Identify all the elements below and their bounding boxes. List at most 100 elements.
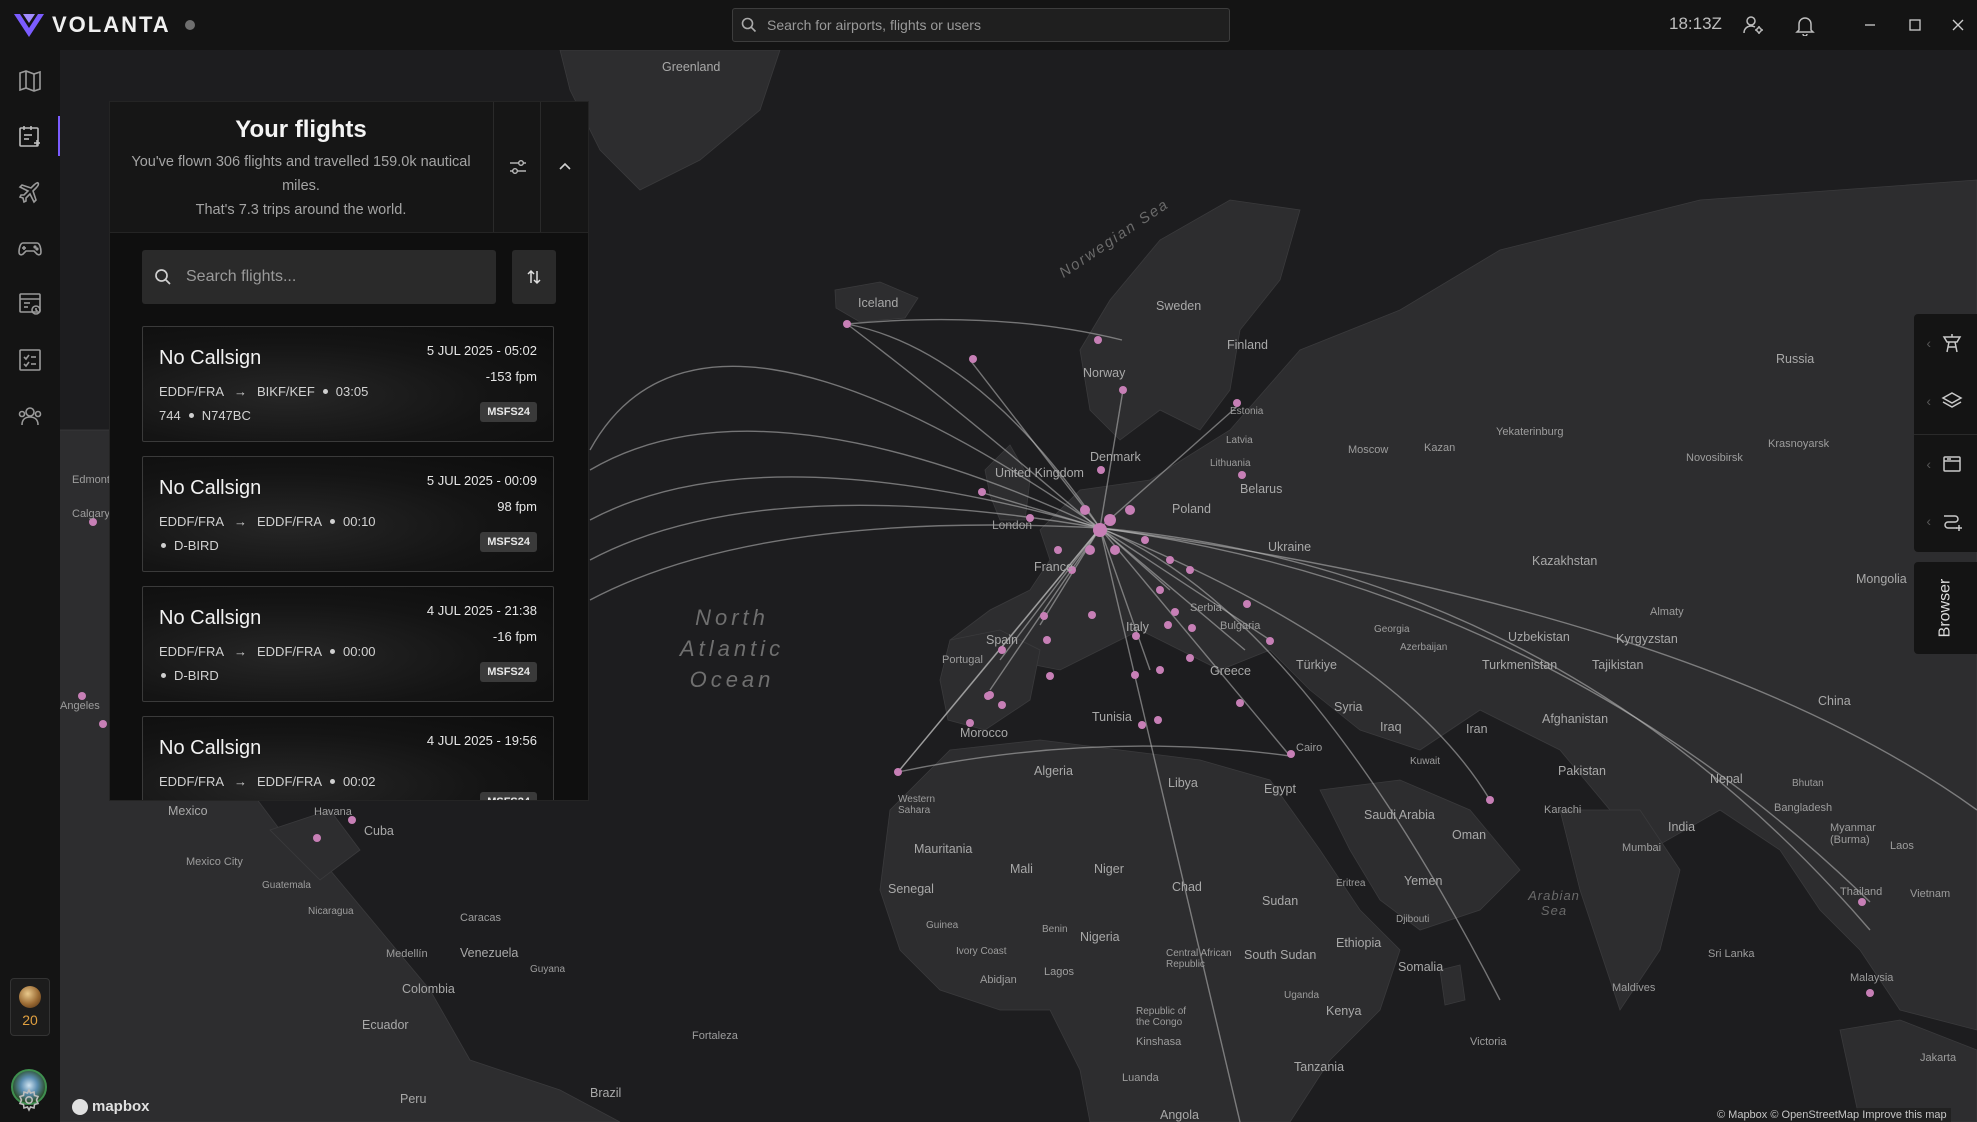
arrival-airport: BIKF/KEF	[257, 384, 315, 399]
maximize-button[interactable]	[1900, 10, 1930, 40]
arrival-airport: EDDF/FRA	[257, 644, 322, 659]
arrow-right-icon: →	[234, 514, 247, 529]
notifications-button[interactable]	[1792, 12, 1818, 38]
map-label-india: India	[1668, 820, 1696, 834]
flight-search-input[interactable]	[184, 267, 488, 287]
flight-callsign: No Callsign	[159, 737, 262, 759]
map-tool-layers[interactable]: ‹	[1914, 372, 1977, 430]
nav-checklist[interactable]	[0, 332, 60, 388]
map-label-eritrea: Eritrea	[1336, 878, 1366, 889]
arrow-right-icon: →	[234, 774, 247, 789]
map-label-sweden: Sweden	[1156, 299, 1202, 313]
aircraft-registration: D-BIRD	[174, 668, 219, 683]
flight-date: 5 JUL 2025 - 05:02	[426, 343, 537, 358]
browser-tab-label: Browser	[1936, 578, 1954, 638]
map-label-uk: United Kingdom	[995, 466, 1084, 480]
search-icon	[741, 17, 757, 33]
map-label-london: London	[992, 518, 1033, 532]
map-label-uzbekistan: Uzbekistan	[1508, 630, 1570, 644]
nav-community[interactable]	[0, 388, 60, 444]
flight-date: 5 JUL 2025 - 00:09	[426, 473, 537, 488]
friends-button[interactable]	[1740, 12, 1766, 38]
map-label-kinshasa: Kinshasa	[1136, 1036, 1182, 1048]
flight-aircraft: D-BIRD	[159, 668, 219, 683]
layers-icon	[1941, 392, 1963, 408]
map-tool-airports[interactable]: ‹	[1914, 314, 1977, 372]
map-label-kazakhstan: Kazakhstan	[1532, 554, 1598, 568]
flight-date: 4 JUL 2025 - 19:56	[426, 733, 537, 748]
map-label-guatemala: Guatemala	[262, 880, 311, 891]
map-label-jakarta: Jakarta	[1920, 1052, 1957, 1064]
global-search-input[interactable]	[765, 16, 1209, 34]
map-label-tanzania: Tanzania	[1294, 1060, 1345, 1074]
map-label-cuba: Cuba	[364, 824, 394, 838]
aircraft-registration: D-BIRD	[174, 538, 219, 553]
users-icon	[18, 407, 42, 426]
map-label-ukraine: Ukraine	[1268, 540, 1312, 554]
nav-simulator[interactable]	[0, 220, 60, 276]
map-label-nepal: Nepal	[1710, 772, 1743, 786]
flight-list: No Callsign 5 JUL 2025 - 05:02 -153 fpm …	[142, 326, 556, 800]
map-label-sudan: Sudan	[1262, 894, 1299, 908]
nav-map[interactable]	[0, 53, 60, 109]
chevron-left-icon: ‹	[1926, 335, 1931, 351]
nav-aircraft[interactable]	[0, 164, 60, 220]
close-icon	[1952, 19, 1964, 31]
flight-card[interactable]: No Callsign 5 JUL 2025 - 00:09 98 fpm ED…	[142, 456, 554, 572]
sort-button[interactable]	[512, 250, 556, 304]
volanta-logo-icon	[14, 14, 44, 37]
map-tool-window[interactable]: ‹	[1914, 434, 1977, 492]
minimize-button[interactable]	[1855, 10, 1885, 40]
user-settings-icon	[1743, 16, 1763, 34]
arrival-airport: EDDF/FRA	[257, 514, 322, 529]
map-label-tajikistan: Tajikistan	[1592, 658, 1644, 672]
map-label-niger: Niger	[1094, 862, 1124, 876]
filter-button[interactable]	[493, 102, 541, 232]
app-name: VOLANTA	[52, 12, 171, 37]
map-label-karachi: Karachi	[1544, 804, 1582, 816]
arrow-right-icon: →	[234, 384, 247, 399]
chevron-left-icon: ‹	[1926, 393, 1931, 409]
nav-schedule[interactable]	[0, 276, 60, 332]
flight-search[interactable]	[142, 250, 496, 304]
dot-separator	[188, 413, 194, 418]
global-search[interactable]	[732, 8, 1230, 42]
flight-callsign: No Callsign	[159, 607, 262, 629]
map-label-western-sahara: Western Sahara	[898, 794, 936, 816]
flight-card[interactable]: No Callsign 4 JUL 2025 - 21:38 -16 fpm E…	[142, 586, 554, 702]
map-label-medellin: Medellín	[386, 948, 428, 960]
map-tool-route[interactable]: ‹	[1914, 492, 1977, 550]
collapse-panel-button[interactable]	[540, 102, 588, 232]
app-logo[interactable]: VOLANTA	[12, 10, 195, 40]
map-label-djibouti: Djibouti	[1396, 914, 1430, 925]
settings-button[interactable]	[14, 1085, 44, 1115]
map-label-kazan: Kazan	[1424, 442, 1456, 454]
map-label-greenland: Greenland	[662, 60, 721, 74]
map-attribution[interactable]: © Mapbox © OpenStreetMap Improve this ma…	[1713, 1108, 1951, 1122]
map-label-sri-lanka: Sri Lanka	[1708, 948, 1755, 960]
map-label-lagos: Lagos	[1044, 966, 1074, 978]
mapbox-logo[interactable]: mapbox	[72, 1098, 150, 1115]
dot-separator	[330, 519, 335, 524]
flight-card[interactable]: No Callsign 5 JUL 2025 - 05:02 -153 fpm …	[142, 326, 554, 442]
map-label-iran: Iran	[1466, 722, 1488, 736]
chevron-up-icon	[558, 162, 571, 170]
map-label-nigeria: Nigeria	[1080, 930, 1120, 944]
map-label-cairo: Cairo	[1296, 742, 1323, 754]
close-button[interactable]	[1943, 10, 1973, 40]
arrival-airport: EDDF/FRA	[257, 774, 322, 789]
browser-tab[interactable]: Browser	[1914, 562, 1977, 654]
map-label-mexico: Mexico	[168, 804, 208, 818]
arrow-right-icon: →	[234, 644, 247, 659]
map-label-chad: Chad	[1172, 880, 1202, 894]
level-badge[interactable]: 20	[10, 978, 50, 1036]
flight-callsign: No Callsign	[159, 477, 262, 499]
map-label-poland: Poland	[1172, 502, 1211, 516]
flight-card[interactable]: No Callsign 4 JUL 2025 - 19:56 EDDF/FRA …	[142, 716, 554, 800]
nav-flights[interactable]	[0, 108, 60, 164]
map-label-guinea: Guinea	[926, 920, 959, 931]
map-label-georgia: Georgia	[1374, 624, 1410, 635]
map-label-mumbai: Mumbai	[1622, 842, 1662, 854]
checklist-icon	[19, 349, 41, 371]
map-label-havana: Havana	[314, 806, 352, 818]
